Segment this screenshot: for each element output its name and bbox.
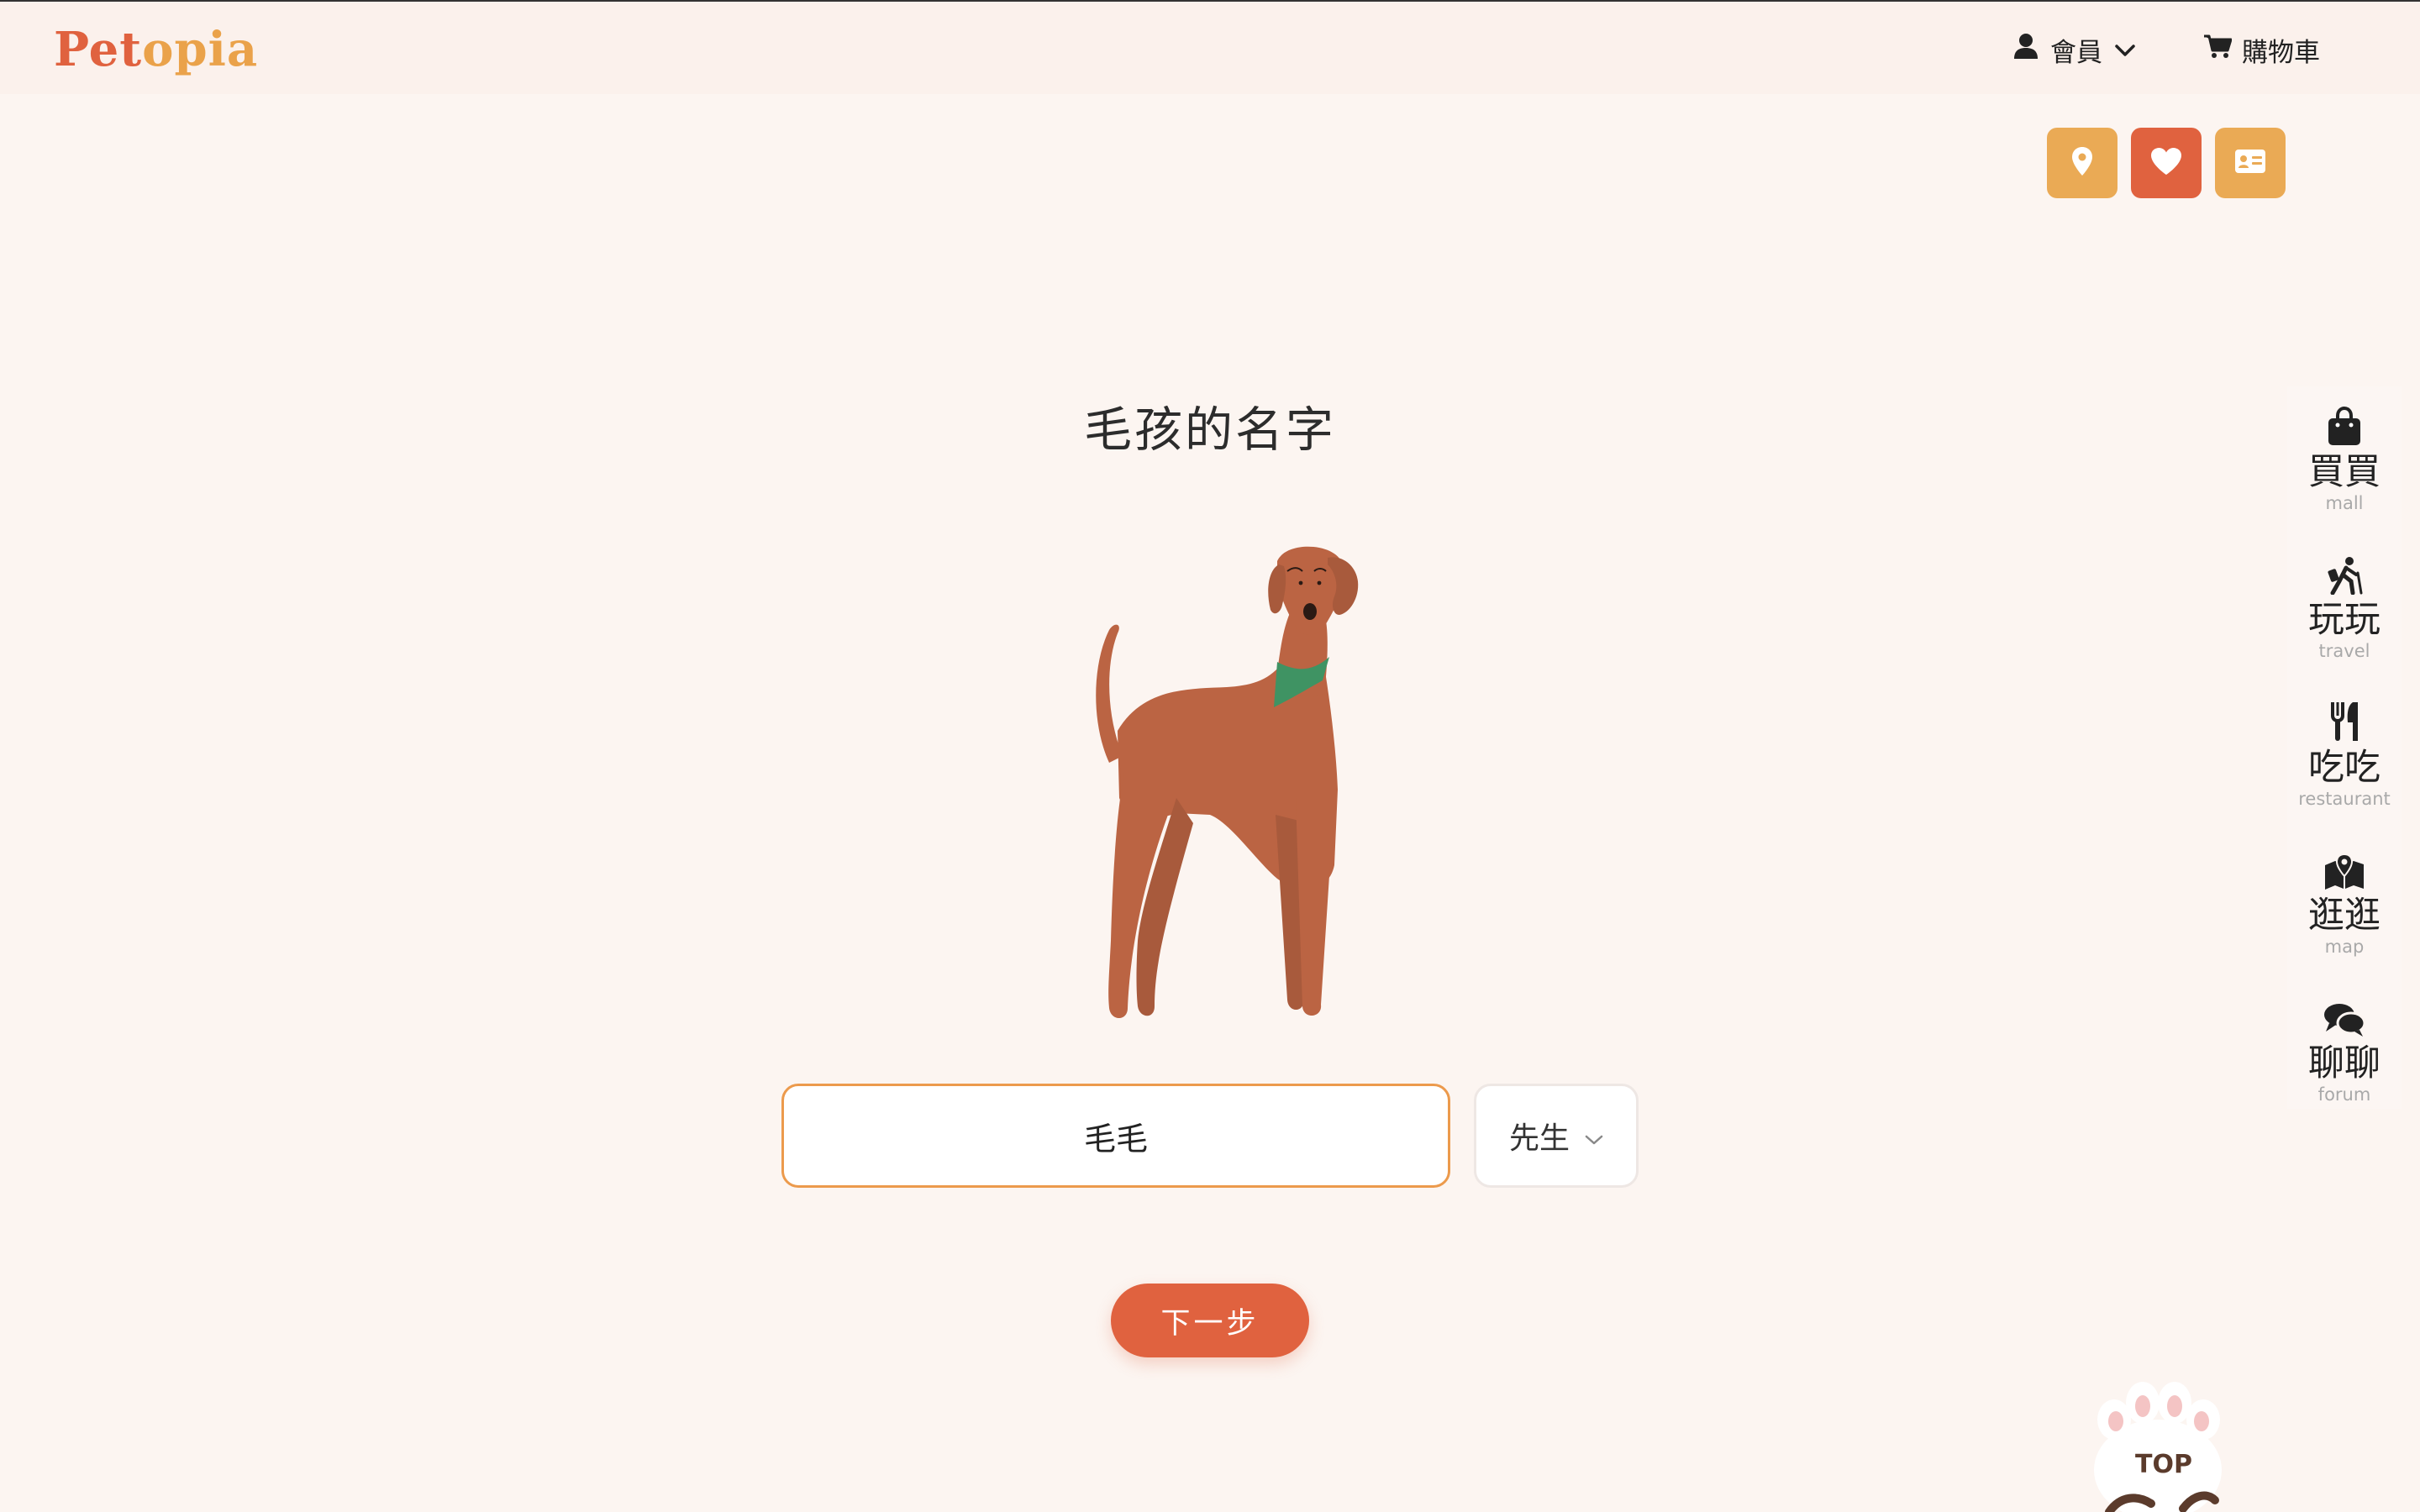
side-nav-mall[interactable]: 買買 mall (2287, 403, 2402, 538)
side-nav-travel-label: 玩玩 (2308, 599, 2381, 641)
utensils-icon (2326, 699, 2363, 743)
chevron-down-icon (2114, 34, 2136, 65)
side-nav-map[interactable]: 逛逛 map (2287, 847, 2402, 981)
user-icon (2013, 33, 2039, 66)
top-button-label[interactable]: TOP (2118, 1450, 2210, 1479)
side-nav-map-label: 逛逛 (2308, 895, 2381, 937)
map-icon (2323, 847, 2365, 890)
side-nav-forum-sublabel: forum (2317, 1084, 2371, 1105)
petopia-logo[interactable]: Petopia (54, 22, 258, 77)
member-label: 會員 (2050, 37, 2102, 68)
logo-text-part2: opia (142, 22, 259, 77)
pet-title-select[interactable]: 先生 (1474, 1084, 1639, 1188)
shopping-bag-icon (2326, 403, 2363, 447)
favorites-button[interactable] (2131, 128, 2202, 198)
logo-text-part1: Pet (54, 22, 143, 77)
member-menu[interactable]: 會員 (2013, 29, 2136, 71)
side-nav-restaurant-sublabel: restaurant (2298, 789, 2391, 809)
site-header: Petopia 會員 購物車 (0, 2, 2420, 94)
heart-icon (2150, 147, 2182, 179)
side-nav-mall-sublabel: mall (2325, 493, 2364, 513)
side-nav-restaurant[interactable]: 吃吃 restaurant (2287, 699, 2402, 833)
chat-icon (2323, 995, 2366, 1038)
pet-title-select-value: 先生 (1508, 1121, 1570, 1156)
cart-link[interactable]: 購物車 (2203, 29, 2320, 71)
pet-name-input[interactable] (781, 1084, 1450, 1188)
side-nav-forum-label: 聊聊 (2308, 1042, 2381, 1084)
id-card-icon (2234, 149, 2266, 177)
side-navigation: 買買 mall 玩玩 travel 吃吃 restaurant 逛逛 map 聊… (2287, 386, 2402, 1109)
cart-label: 購物車 (2242, 37, 2320, 68)
location-button[interactable] (2047, 128, 2118, 198)
dog-illustration (1096, 546, 1359, 1018)
paw-top-button[interactable] (2084, 1369, 2235, 1512)
side-nav-travel[interactable]: 玩玩 travel (2287, 551, 2402, 685)
side-nav-travel-sublabel: travel (2318, 641, 2370, 661)
location-pin-icon (2071, 146, 2093, 180)
profile-card-button[interactable] (2215, 128, 2286, 198)
cart-icon (2203, 34, 2233, 66)
chevron-down-icon (1585, 1119, 1603, 1153)
page-title: 毛孩的名字 (1084, 402, 1336, 458)
paw-icon (2094, 1382, 2222, 1512)
side-nav-restaurant-label: 吃吃 (2308, 747, 2381, 789)
side-nav-map-sublabel: map (2324, 937, 2365, 957)
side-nav-mall-label: 買買 (2308, 451, 2381, 493)
hiking-icon (2326, 551, 2363, 595)
side-nav-forum[interactable]: 聊聊 forum (2287, 995, 2402, 1129)
next-step-button[interactable]: 下一步 (1111, 1284, 1309, 1357)
